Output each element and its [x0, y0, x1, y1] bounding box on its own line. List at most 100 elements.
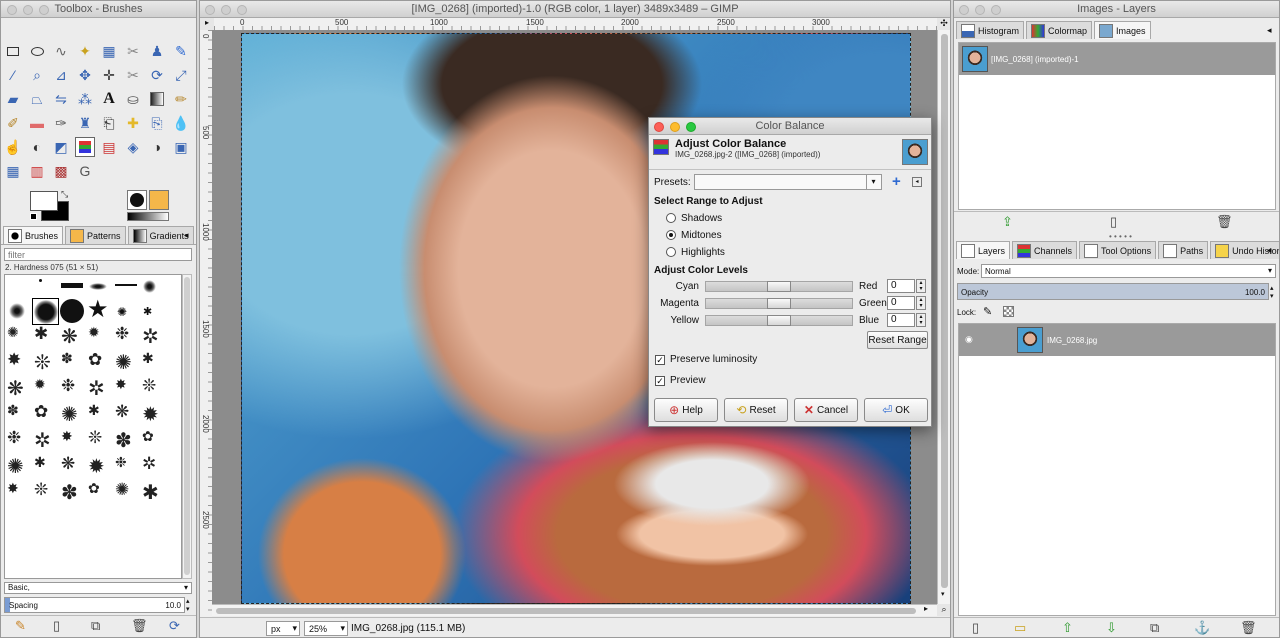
close-window-button[interactable]: [959, 5, 969, 15]
brush-swatch[interactable]: ✱: [34, 454, 46, 471]
default-colors-icon[interactable]: [30, 213, 37, 220]
opacity-spin-icon[interactable]: ▴ ▾: [1270, 284, 1274, 300]
tab-channels[interactable]: Channels: [1012, 241, 1078, 259]
brush-swatch[interactable]: ✸: [115, 376, 127, 393]
paintbrush-icon[interactable]: ✐: [3, 113, 23, 133]
curves-icon[interactable]: ▦: [3, 161, 23, 181]
brush-swatch[interactable]: ❋: [61, 454, 75, 474]
brush-swatch[interactable]: ❊: [34, 350, 51, 375]
new-layer-icon[interactable]: ▯: [972, 620, 979, 636]
dialog-titlebar[interactable]: Color Balance: [649, 118, 931, 135]
horizontal-ruler[interactable]: 0 500 1000 1500 2000 2500 3000: [214, 18, 937, 30]
duplicate-layer-icon[interactable]: ⧉: [1150, 620, 1159, 636]
refresh-brushes-icon[interactable]: ⟳: [169, 618, 180, 634]
tab-layers[interactable]: Layers: [956, 241, 1011, 259]
free-select-icon[interactable]: ∿: [51, 41, 71, 61]
dodge-burn-icon[interactable]: ◐: [27, 137, 47, 157]
shadows-radio[interactable]: [666, 213, 676, 223]
brush-swatch[interactable]: ✲: [88, 376, 105, 401]
minimize-window-button[interactable]: [23, 5, 33, 15]
vertical-scrollbar[interactable]: ▾: [937, 30, 950, 604]
foreground-color-swatch[interactable]: [30, 191, 58, 211]
lock-pixels-icon[interactable]: ✎: [983, 305, 992, 318]
scale-icon[interactable]: ⤢: [171, 65, 191, 85]
brush-swatch[interactable]: ✿: [34, 402, 48, 422]
slider-knob[interactable]: [767, 281, 791, 292]
edit-brush-icon[interactable]: ✎: [15, 618, 26, 634]
brush-swatch[interactable]: ❊: [88, 428, 102, 448]
airbrush-icon[interactable]: ✑: [51, 113, 71, 133]
color-picker-icon[interactable]: ⁄: [3, 65, 23, 85]
brush-swatch[interactable]: ✽: [115, 428, 132, 453]
fuzzy-select-icon[interactable]: ✦: [75, 41, 95, 61]
active-brush-indicator[interactable]: [127, 190, 147, 210]
horizontal-scrollbar[interactable]: ▸: [212, 604, 937, 616]
zoom-window-button[interactable]: [991, 5, 1001, 15]
tab-patterns[interactable]: Patterns: [65, 226, 126, 244]
lower-layer-icon[interactable]: ⇩: [1106, 620, 1117, 636]
text-tool-icon[interactable]: A: [99, 89, 119, 109]
scissors-icon[interactable]: ✂: [123, 41, 143, 61]
cyan-red-spin[interactable]: ▴ ▾: [916, 279, 926, 293]
brush-swatch[interactable]: ✺: [7, 324, 19, 341]
rect-select-icon[interactable]: [3, 41, 23, 61]
brush-swatch[interactable]: ✿: [88, 350, 102, 370]
tab-images[interactable]: Images: [1094, 21, 1151, 39]
brush-swatch[interactable]: ❊: [142, 376, 156, 396]
active-pattern-indicator[interactable]: [149, 190, 169, 210]
brush-swatch[interactable]: ❉: [7, 428, 21, 448]
colorize-icon[interactable]: ◈: [123, 137, 143, 157]
vertical-ruler[interactable]: 0 500 1000 1500 2000 2500: [200, 30, 212, 617]
yellow-blue-value[interactable]: 0: [887, 313, 915, 327]
perspective-clone-icon[interactable]: ⎘: [147, 113, 167, 133]
threshold-icon[interactable]: ▣: [171, 137, 191, 157]
desaturate-icon[interactable]: ▩: [51, 161, 71, 181]
cyan-red-value[interactable]: 0: [887, 279, 915, 293]
dock-separator[interactable]: • • • • •: [1109, 232, 1132, 241]
anchor-layer-icon[interactable]: ⚓: [1194, 620, 1210, 636]
brush-swatch[interactable]: ✲: [34, 428, 51, 453]
brush-swatch[interactable]: ✺: [61, 402, 78, 427]
yellow-blue-spin[interactable]: ▴ ▾: [916, 313, 926, 327]
magenta-green-spin[interactable]: ▴ ▾: [916, 296, 926, 310]
spacing-spin-icon[interactable]: ▴ ▾: [186, 597, 190, 613]
posterize-icon[interactable]: ▥: [27, 161, 47, 181]
new-layer-group-icon[interactable]: ▭: [1014, 620, 1026, 636]
tab-tool-options[interactable]: Tool Options: [1079, 241, 1157, 259]
perspective-icon[interactable]: ⏢: [27, 89, 47, 109]
ruler-corner[interactable]: ▸: [200, 18, 214, 30]
tab-paths[interactable]: Paths: [1158, 241, 1209, 259]
opacity-slider[interactable]: Opacity 100.0: [957, 283, 1269, 300]
brush-swatch[interactable]: ✹: [88, 324, 100, 341]
yellow-blue-slider[interactable]: [705, 315, 853, 326]
layers-titlebar[interactable]: Images - Layers: [954, 1, 1279, 18]
brush-swatch[interactable]: ✸: [7, 350, 21, 370]
preview-checkbox[interactable]: ✓: [655, 376, 665, 386]
tab-colormap[interactable]: Colormap: [1026, 21, 1093, 39]
ink-icon[interactable]: ♜: [75, 113, 95, 133]
brush-swatch[interactable]: ❋: [115, 402, 129, 422]
tab-brushes[interactable]: Brushes: [3, 226, 64, 244]
scroll-right-icon[interactable]: ▸: [924, 604, 928, 613]
shear-icon[interactable]: ▰: [3, 89, 23, 109]
layer-visibility-eye-icon[interactable]: ◉: [965, 334, 973, 345]
brush-swatch[interactable]: ✸: [61, 428, 73, 445]
hue-saturation-icon[interactable]: ▤: [99, 137, 119, 157]
new-display-icon[interactable]: ▯: [1110, 214, 1117, 230]
swap-colors-icon[interactable]: ⤡: [61, 189, 68, 200]
close-window-button[interactable]: [7, 5, 17, 15]
pencil-icon[interactable]: ✏: [171, 89, 191, 109]
preset-select[interactable]: Basic, ▾: [4, 582, 192, 594]
preset-menu-icon[interactable]: ◂: [912, 177, 922, 187]
flip-icon[interactable]: ⇋: [51, 89, 71, 109]
tab-histogram[interactable]: Histogram: [956, 21, 1025, 39]
brush-swatch[interactable]: ✽: [7, 402, 19, 419]
toolbox-titlebar[interactable]: Toolbox - Brushes: [1, 1, 196, 18]
navigate-icon[interactable]: ✣: [937, 18, 950, 30]
eraser-icon[interactable]: ▬: [27, 113, 47, 133]
minimize-window-button[interactable]: [221, 5, 231, 15]
brush-swatch[interactable]: ✲: [142, 324, 159, 349]
brush-swatch[interactable]: ❉: [115, 324, 129, 344]
layer-row[interactable]: ◉ IMG_0268.jpg: [959, 324, 1275, 356]
scroll-down-icon[interactable]: ▾: [941, 590, 945, 598]
